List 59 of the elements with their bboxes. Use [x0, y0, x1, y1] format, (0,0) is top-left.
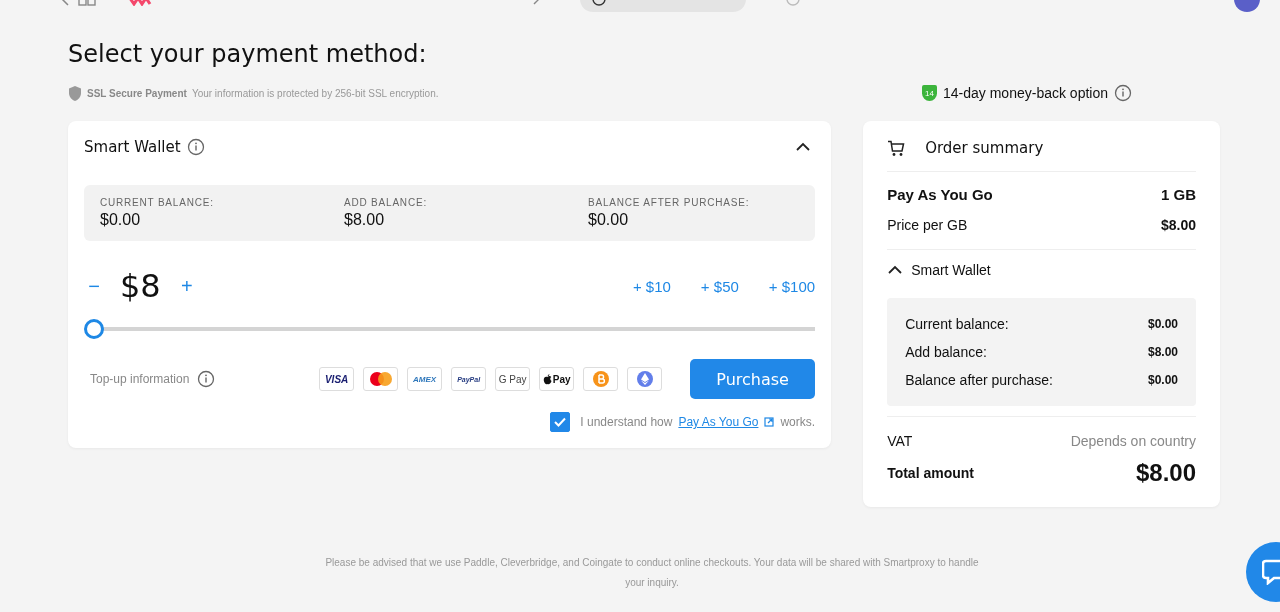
- security-text: Your information is protected by 256-bit SSL encryption.: [191, 87, 439, 99]
- plan-quantity: 1 GB: [1161, 186, 1196, 203]
- breakdown-value: $0.00: [1147, 372, 1178, 389]
- money-back-text: 14-day money-back option: [943, 85, 1108, 101]
- security-label: SSL Secure Payment: [87, 87, 187, 99]
- external-link-icon: [764, 417, 775, 427]
- payment-method-logo: Pay: [539, 367, 575, 391]
- agree-text: I understand how: [580, 415, 673, 429]
- wallet-toggle[interactable]: [887, 265, 904, 275]
- info-icon: [1114, 84, 1132, 102]
- cart-icon: [887, 139, 906, 157]
- shield-icon: [68, 84, 82, 102]
- quick-add-button[interactable]: + $10: [632, 273, 671, 299]
- balance-value: $0.00: [588, 211, 630, 229]
- coin-icon: [591, 370, 610, 388]
- summary-title: Order summary: [925, 139, 1044, 157]
- vat-label: VAT: [887, 433, 913, 449]
- price-label: Price per GB: [887, 217, 968, 233]
- payment-method-logo: VISA: [319, 367, 355, 391]
- payment-method-logo: AMEX: [407, 367, 443, 391]
- topup-info-label: Top-up information: [90, 372, 190, 386]
- info-icon: [197, 370, 216, 388]
- balance-value: $0.00: [100, 211, 142, 229]
- breakdown-label: Current balance:: [905, 315, 1009, 334]
- caret-icon: [795, 142, 812, 152]
- balance-label: BALANCE AFTER PURCHASE:: [588, 197, 750, 208]
- breakdown-label: Balance after purchase:: [905, 371, 1053, 390]
- price-value: $8.00: [1160, 217, 1196, 233]
- total-label: Total amount: [887, 465, 974, 481]
- pay-as-you-go-link[interactable]: Pay As You Go: [678, 415, 759, 429]
- breakdown-label: Add balance:: [905, 343, 987, 362]
- plan-name: Pay As You Go: [887, 186, 993, 203]
- total-value: $8.00: [1135, 459, 1196, 487]
- breakdown-value: $8.00: [1147, 344, 1178, 361]
- page-title: Select your payment method:: [68, 40, 428, 68]
- disclaimer-text: Please be advised that we use Paddle, Cleverbridge, and Coingate to conduct online checkouts. Your data will be shared with Smartproxy to handle your inquiry.: [324, 556, 980, 590]
- shield-badge: 14: [922, 85, 937, 101]
- checkmark-icon: [554, 417, 567, 427]
- caret-icon: [887, 265, 904, 275]
- balance-value: $8.00: [344, 211, 386, 229]
- apple-icon: [542, 373, 552, 385]
- quick-add-button[interactable]: + $100: [768, 273, 816, 299]
- wallet-label: Smart Wallet: [911, 262, 991, 278]
- quick-add-button[interactable]: + $50: [700, 273, 739, 299]
- balance-label: CURRENT BALANCE:: [100, 197, 215, 208]
- agree-checkbox[interactable]: [550, 412, 571, 432]
- breakdown-value: $0.00: [1147, 316, 1178, 333]
- wallet-title: Smart Wallet: [84, 138, 181, 156]
- balance-label: ADD BALANCE:: [344, 197, 428, 208]
- circles-icon: [367, 371, 394, 387]
- increase-button[interactable]: +: [176, 274, 197, 298]
- vat-value: Depends on country: [1070, 433, 1196, 449]
- info-icon: [186, 138, 205, 156]
- agree-text: works.: [780, 415, 816, 429]
- amount-value: $8: [120, 267, 161, 305]
- payment-method-logo: G Pay: [495, 367, 531, 391]
- purchase-button[interactable]: Purchase: [690, 359, 816, 399]
- slider-thumb[interactable]: [84, 319, 104, 339]
- decrease-button[interactable]: −: [84, 274, 104, 298]
